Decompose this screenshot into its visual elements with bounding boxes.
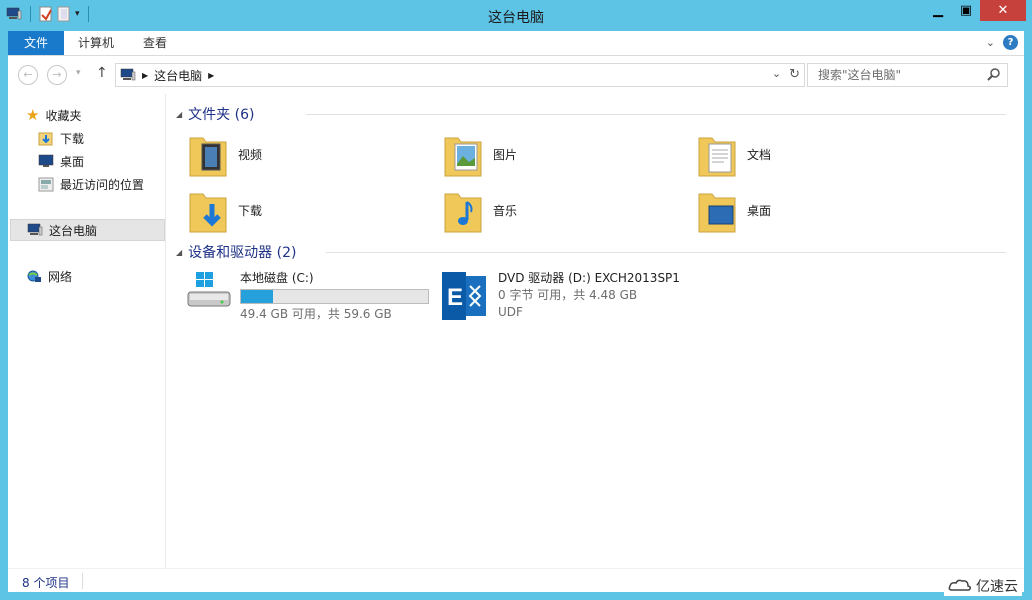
sidebar-item-favorites[interactable]: ★ 收藏夹 bbox=[26, 104, 81, 126]
collapse-icon[interactable]: ◢ bbox=[176, 110, 182, 119]
window-controls: ▁ ▣ ✕ bbox=[924, 0, 1026, 21]
status-bar: 8 个项目 bbox=[8, 568, 1024, 592]
tab-computer[interactable]: 计算机 bbox=[64, 31, 128, 55]
address-path[interactable]: 这台电脑 bbox=[154, 67, 202, 84]
tab-file[interactable]: 文件 bbox=[8, 31, 65, 55]
search-icon[interactable] bbox=[987, 67, 1001, 81]
watermark-text: 亿速云 bbox=[976, 579, 1018, 595]
drive-space: 0 字节 可用，共 4.48 GB bbox=[498, 288, 638, 302]
windows-drive-icon bbox=[187, 272, 231, 307]
title-bar: ▾ 这台电脑 ▁ ▣ ✕ bbox=[0, 0, 1032, 31]
drive-name: 本地磁盘 (C:) bbox=[240, 271, 314, 285]
computer-icon bbox=[27, 223, 43, 236]
group-title: 设备和驱动器 (2) bbox=[188, 245, 297, 261]
chevron-right-icon[interactable]: ▶ bbox=[142, 71, 148, 80]
search-input[interactable]: 搜索"这台电脑" bbox=[807, 63, 1008, 87]
downloads-folder-icon bbox=[38, 132, 53, 145]
group-divider bbox=[326, 252, 1006, 253]
computer-icon bbox=[120, 68, 136, 81]
folder-label: 图片 bbox=[493, 147, 518, 162]
folder-label: 桌面 bbox=[747, 203, 772, 218]
recent-places-icon bbox=[38, 177, 54, 191]
chevron-right-icon[interactable]: ▶ bbox=[208, 71, 214, 80]
search-placeholder: 搜索"这台电脑" bbox=[818, 68, 902, 82]
close-button[interactable]: ✕ bbox=[980, 0, 1026, 21]
videos-folder-icon bbox=[189, 137, 227, 177]
folder-label: 文档 bbox=[747, 147, 772, 162]
folder-videos[interactable]: 视频 bbox=[188, 130, 262, 178]
folder-label: 音乐 bbox=[493, 203, 518, 218]
sidebar-item-downloads[interactable]: 下载 bbox=[38, 127, 84, 149]
navigation-pane: ★ 收藏夹 下载 桌面 最近访问的位置 这台电脑 网络 bbox=[8, 94, 166, 568]
sidebar-item-label: 下载 bbox=[60, 131, 85, 146]
folder-music[interactable]: 音乐 bbox=[443, 186, 517, 234]
pictures-folder-icon bbox=[444, 137, 482, 177]
sidebar-item-label: 网络 bbox=[48, 269, 73, 284]
window-border bbox=[0, 592, 1032, 600]
cloud-logo-icon bbox=[948, 579, 972, 591]
window-title: 这台电脑 bbox=[488, 10, 544, 26]
content-area: ★ 收藏夹 下载 桌面 最近访问的位置 这台电脑 网络 ◢ 文件夹 (6) 视频… bbox=[8, 94, 1024, 568]
navigation-bar: ← → ▾ ↑ ▶ 这台电脑 ▶ ⌄ ↻ 搜索"这台电脑" bbox=[8, 56, 1024, 94]
sidebar-item-network[interactable]: 网络 bbox=[26, 265, 72, 287]
desktop-folder-icon bbox=[698, 193, 736, 233]
drive-name: DVD 驱动器 (D:) EXCH2013SP1 bbox=[498, 271, 680, 285]
expand-ribbon-icon[interactable]: ⌄ bbox=[986, 36, 995, 49]
refresh-icon[interactable]: ↻ bbox=[789, 67, 800, 82]
music-folder-icon bbox=[444, 193, 482, 233]
folder-pictures[interactable]: 图片 bbox=[443, 130, 517, 178]
minimize-button[interactable]: ▁ bbox=[924, 0, 952, 21]
folders-group-header[interactable]: ◢ 文件夹 (6) bbox=[176, 104, 1006, 124]
devices-group-header[interactable]: ◢ 设备和驱动器 (2) bbox=[176, 242, 1006, 262]
folder-label: 视频 bbox=[238, 147, 263, 162]
watermark: 亿速云 bbox=[944, 576, 1022, 596]
recent-locations-icon[interactable]: ▾ bbox=[76, 68, 81, 78]
help-icon[interactable]: ? bbox=[1003, 35, 1018, 50]
drive-filesystem: UDF bbox=[498, 305, 523, 319]
group-divider bbox=[306, 114, 1006, 115]
folder-label: 下载 bbox=[238, 203, 263, 218]
folder-downloads[interactable]: 下载 bbox=[188, 186, 262, 234]
sidebar-item-label: 这台电脑 bbox=[49, 223, 98, 238]
drive-c[interactable]: 本地磁盘 (C:) 49.4 GB 可用，共 59.6 GB bbox=[186, 270, 429, 323]
exchange-disc-icon: E bbox=[442, 272, 486, 320]
drive-usage-fill bbox=[241, 290, 273, 303]
group-title: 文件夹 (6) bbox=[188, 107, 255, 123]
network-icon bbox=[27, 270, 41, 282]
address-dropdown-icon[interactable]: ⌄ bbox=[772, 67, 781, 82]
back-button[interactable]: ← bbox=[18, 65, 38, 85]
star-icon: ★ bbox=[26, 106, 40, 124]
up-arrow-icon[interactable]: ↑ bbox=[96, 65, 108, 81]
folder-desktop[interactable]: 桌面 bbox=[697, 186, 771, 234]
drive-d[interactable]: E DVD 驱动器 (D:) EXCH2013SP1 0 字节 可用，共 4.4… bbox=[440, 270, 680, 322]
documents-folder-icon bbox=[698, 137, 736, 177]
address-bar[interactable]: ▶ 这台电脑 ▶ ⌄ ↻ bbox=[115, 63, 805, 87]
downloads-folder-icon bbox=[189, 193, 227, 233]
sidebar-item-recent[interactable]: 最近访问的位置 bbox=[38, 173, 144, 195]
drive-usage-bar bbox=[240, 289, 429, 304]
desktop-icon bbox=[38, 154, 54, 167]
item-count: 8 个项目 bbox=[22, 576, 70, 590]
maximize-button[interactable]: ▣ bbox=[952, 0, 980, 21]
collapse-icon[interactable]: ◢ bbox=[176, 248, 182, 257]
sidebar-item-label: 桌面 bbox=[60, 154, 85, 169]
sidebar-item-desktop[interactable]: 桌面 bbox=[38, 150, 84, 172]
forward-button[interactable]: → bbox=[47, 65, 67, 85]
svg-text:E: E bbox=[447, 284, 463, 311]
sidebar-item-label: 收藏夹 bbox=[45, 108, 82, 123]
ribbon: 文件 计算机 查看 ⌄ ? bbox=[8, 31, 1024, 56]
folder-documents[interactable]: 文档 bbox=[697, 130, 771, 178]
status-divider bbox=[82, 573, 83, 589]
sidebar-item-label: 最近访问的位置 bbox=[60, 177, 145, 192]
drive-space: 49.4 GB 可用，共 59.6 GB bbox=[240, 307, 392, 321]
tab-view[interactable]: 查看 bbox=[129, 31, 181, 55]
main-pane: ◢ 文件夹 (6) 视频 图片 文档 下载 音乐 桌面 ◢ 设备和驱动器 (2)… bbox=[168, 94, 1024, 568]
sidebar-item-this-pc[interactable]: 这台电脑 bbox=[10, 219, 165, 241]
